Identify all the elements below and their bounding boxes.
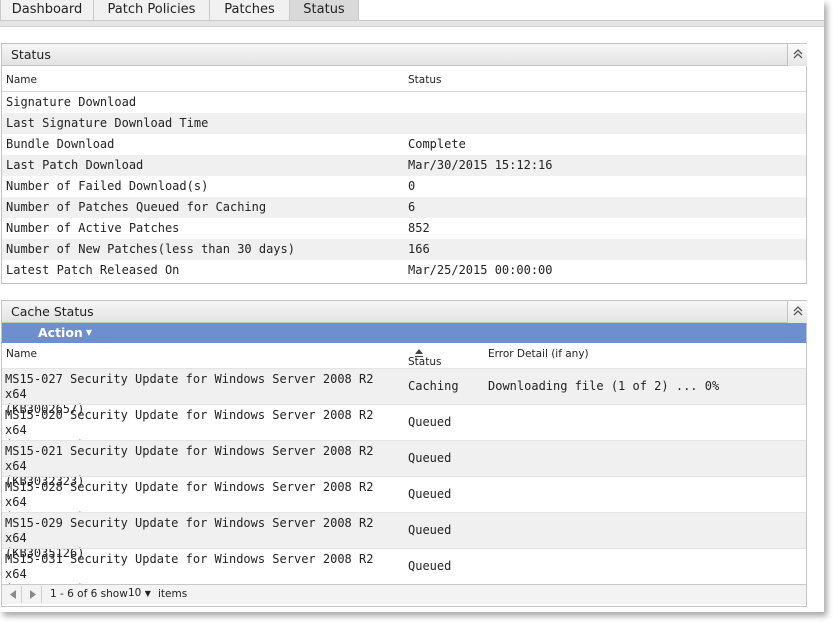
table-row: Latest Patch Released On Mar/25/2015 00:0… — [2, 260, 806, 281]
table-row: Number of Active Patches 852 — [2, 218, 806, 239]
cache-status: Queued — [408, 487, 452, 501]
page-size-select[interactable]: 10 ▼ — [128, 587, 151, 599]
pagination-info: 1 - 6 of 6 show — [50, 588, 128, 600]
cache-table-body: MS15-027 Security Update for Windows Ser… — [2, 368, 806, 596]
table-row: Last Signature Download Time — [2, 113, 806, 134]
table-row: Number of New Patches(less than 30 days)… — [2, 239, 806, 260]
row-name: Number of Active Patches — [6, 221, 180, 235]
action-toolbar: Action ▼ — [2, 323, 806, 343]
table-row: Signature Download — [2, 92, 806, 113]
row-value: 852 — [408, 221, 430, 235]
table-row[interactable]: MS15-027 Security Update for Windows Ser… — [2, 368, 806, 416]
row-name: Number of Failed Download(s) — [6, 179, 209, 193]
row-name: Last Signature Download Time — [6, 116, 209, 130]
pagination-bar: 1 - 6 of 6 show 10 ▼ items — [2, 584, 806, 604]
tab-underline — [0, 21, 824, 27]
patch-title: MS15-021 Security Update for Windows Ser… — [5, 444, 374, 473]
row-name: Number of Patches Queued for Caching — [6, 200, 267, 214]
table-row: Number of Patches Queued for Caching 6 — [2, 197, 806, 218]
error-detail: Downloading file (1 of 2) ... 0% — [488, 379, 720, 393]
patch-title: MS15-029 Security Update for Windows Ser… — [5, 516, 374, 545]
action-menu-button[interactable]: Action ▼ — [38, 325, 92, 340]
column-name[interactable]: Name — [6, 74, 37, 86]
cache-status: Queued — [408, 523, 452, 537]
caret-down-icon: ▼ — [144, 589, 151, 598]
row-name: Latest Patch Released On — [6, 263, 180, 277]
table-row[interactable]: MS15-029 Security Update for Windows Ser… — [2, 512, 806, 560]
tab-bar: Dashboard Patch Policies Patches Status — [0, 0, 824, 21]
cache-panel-header: Cache Status — [2, 301, 807, 323]
tab-dashboard[interactable]: Dashboard — [0, 0, 94, 21]
cache-status-panel: Cache Status Action ▼ Name Status Error D… — [1, 300, 807, 607]
table-row[interactable]: MS15-028 Security Update for Windows Ser… — [2, 476, 806, 524]
table-row[interactable]: MS15-020 Security Update for Windows Ser… — [2, 404, 806, 452]
triangle-right-icon — [29, 590, 36, 599]
row-value: 6 — [408, 200, 416, 214]
double-chevron-up-icon — [793, 49, 802, 59]
status-panel-header: Status — [2, 44, 807, 66]
row-value: Complete — [408, 137, 466, 151]
collapse-status-button[interactable] — [787, 44, 807, 66]
cache-status: Caching — [408, 379, 459, 393]
tab-status[interactable]: Status — [289, 0, 359, 21]
tab-patches[interactable]: Patches — [209, 0, 290, 21]
row-value: 0 — [408, 179, 416, 193]
cache-status: Queued — [408, 415, 452, 429]
row-value: Mar/30/2015 15:12:16 — [408, 158, 553, 172]
row-name: Bundle Download — [6, 137, 115, 151]
row-value: Mar/25/2015 00:00:00 — [408, 263, 553, 277]
status-table-body: Signature Download Last Signature Downloa… — [2, 92, 806, 281]
patch-title: MS15-027 Security Update for Windows Ser… — [5, 372, 374, 401]
prev-page-button[interactable] — [4, 586, 22, 603]
table-row: Bundle Download Complete — [2, 134, 806, 155]
column-status[interactable]: Status — [408, 348, 441, 368]
double-chevron-up-icon — [793, 306, 802, 316]
table-row[interactable]: MS15-031 Security Update for Windows Ser… — [2, 548, 806, 596]
column-error-detail[interactable]: Error Detail (if any) — [488, 348, 589, 360]
table-row: Last Patch Download Mar/30/2015 15:12:16 — [2, 155, 806, 176]
cache-status: Queued — [408, 451, 452, 465]
patch-title: MS15-031 Security Update for Windows Ser… — [5, 552, 374, 581]
collapse-cache-button[interactable] — [787, 301, 807, 323]
items-label: items — [158, 588, 188, 600]
table-row: Number of Failed Download(s) 0 — [2, 176, 806, 197]
patch-title: MS15-028 Security Update for Windows Ser… — [5, 480, 374, 509]
column-status-label: Status — [408, 356, 442, 368]
patch-title: MS15-020 Security Update for Windows Ser… — [5, 408, 374, 437]
row-name: Number of New Patches(less than 30 days) — [6, 242, 295, 256]
action-label: Action — [38, 325, 83, 340]
column-name[interactable]: Name — [6, 348, 37, 360]
table-row[interactable]: MS15-021 Security Update for Windows Ser… — [2, 440, 806, 488]
status-panel-title: Status — [11, 47, 51, 62]
status-column-header: Name Status — [2, 66, 806, 92]
status-panel: Status Name Status Signature Download Las… — [1, 43, 807, 284]
tab-patch-policies[interactable]: Patch Policies — [93, 0, 210, 21]
row-name: Signature Download — [6, 95, 137, 109]
caret-down-icon: ▼ — [85, 328, 92, 337]
next-page-button[interactable] — [24, 586, 42, 603]
page-size-value: 10 — [128, 587, 142, 599]
triangle-left-icon — [9, 590, 16, 599]
cache-column-header: Name Status Error Detail (if any) — [2, 343, 806, 369]
app-window: Dashboard Patch Policies Patches Status … — [0, 0, 824, 612]
column-status[interactable]: Status — [408, 74, 441, 86]
row-value: 166 — [408, 242, 430, 256]
cache-panel-title: Cache Status — [11, 304, 94, 319]
row-name: Last Patch Download — [6, 158, 144, 172]
cache-status: Queued — [408, 559, 452, 573]
